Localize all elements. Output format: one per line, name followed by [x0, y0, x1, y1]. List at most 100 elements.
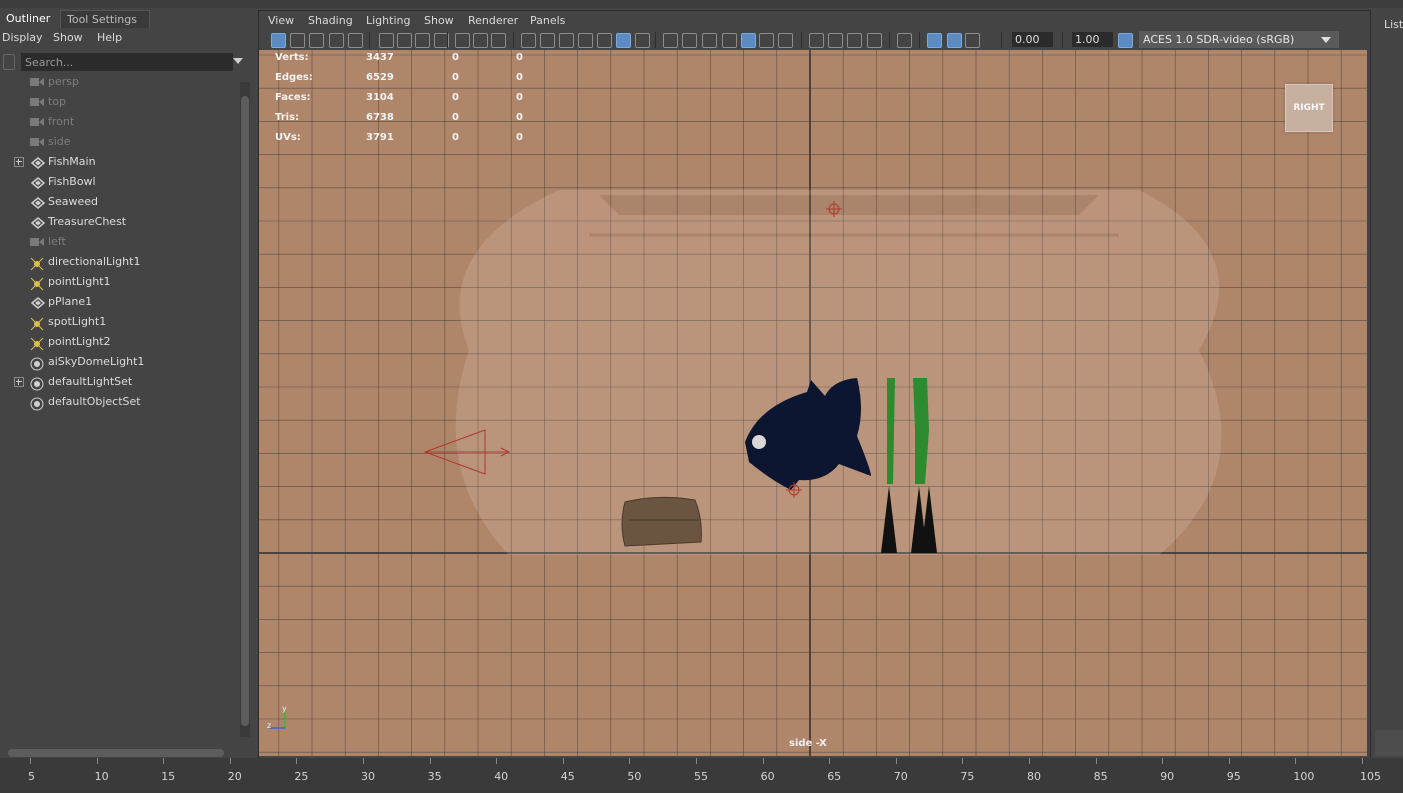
- toolbar-tool-icon[interactable]: [329, 33, 344, 48]
- toolbar-tool-icon[interactable]: [397, 33, 412, 48]
- toolbar-tool-icon[interactable]: [415, 33, 430, 48]
- view-cube[interactable]: RIGHT: [1285, 84, 1333, 132]
- toolbar-tool-icon[interactable]: [578, 33, 593, 48]
- menu-display[interactable]: Display: [2, 29, 43, 46]
- outliner-horizontal-scrollbar[interactable]: [0, 748, 238, 758]
- outliner-item-label: top: [48, 95, 67, 108]
- camera-icon: [30, 237, 44, 247]
- toolbar-tool-icon[interactable]: [663, 33, 678, 48]
- gamma-field[interactable]: 1.00: [1072, 32, 1113, 47]
- timeline-tick: [30, 758, 31, 764]
- toolbar-tool-icon[interactable]: [597, 33, 612, 48]
- toolbar-tool-icon[interactable]: [491, 33, 506, 48]
- timeline-frame-label: 30: [361, 770, 375, 783]
- timeline-tick: [96, 758, 98, 764]
- chevron-down-icon[interactable]: [1321, 37, 1331, 43]
- outliner-item[interactable]: pPlane1: [0, 292, 238, 312]
- timeline-frame-label: 55: [694, 770, 708, 783]
- outliner-item[interactable]: defaultObjectSet: [0, 392, 238, 412]
- camera-icon: [30, 97, 44, 107]
- color-management-icon[interactable]: [1118, 33, 1133, 48]
- timeline-frame-label: 20: [227, 770, 242, 783]
- toolbar-tool-icon[interactable]: [309, 33, 324, 48]
- toolbar-tool-icon[interactable]: [867, 33, 882, 48]
- timeline[interactable]: 5 10 15 20 25 30 35 40 45 50 55 60 65 70 75 80 85 90 95 100…: [0, 758, 1403, 793]
- fishbowl[interactable]: [455, 190, 1222, 555]
- outliner-item[interactable]: TreasureChest: [0, 212, 238, 232]
- toolbar-tool-icon[interactable]: [759, 33, 774, 48]
- menu-view[interactable]: View: [268, 12, 294, 29]
- camera-icon: [30, 137, 44, 147]
- toolbar-tool-icon[interactable]: [521, 33, 536, 48]
- toolbar-tool-icon[interactable]: [559, 33, 574, 48]
- viewport-canvas[interactable]: z y Verts: 3437 0 0 Edges: 6529 0 0 Faces: 3104 0 0…: [259, 50, 1367, 756]
- toolbar-tool-icon[interactable]: [473, 33, 488, 48]
- toolbar-tool-icon[interactable]: [635, 33, 650, 48]
- timeline-tick: [629, 758, 631, 764]
- timeline-frame-label: 45: [560, 770, 575, 783]
- toolbar-tool-icon[interactable]: [379, 33, 394, 48]
- list-menu[interactable]: List: [1384, 18, 1403, 31]
- toolbar-tool-icon[interactable]: [271, 33, 286, 48]
- outliner-item[interactable]: aiSkyDomeLight1: [0, 352, 238, 372]
- toolbar-tool-icon[interactable]: [540, 33, 555, 48]
- toolbar-tool-icon[interactable]: [290, 33, 305, 48]
- menu-show[interactable]: Show: [53, 29, 83, 46]
- outliner-item[interactable]: defaultLightSet: [0, 372, 238, 392]
- tab-tool-settings[interactable]: Tool Settings: [60, 10, 150, 28]
- outliner-item[interactable]: Seaweed: [0, 192, 238, 212]
- panel-toggle-button[interactable]: [1375, 730, 1403, 756]
- toolbar-tool-icon[interactable]: [348, 33, 363, 48]
- menu-shading[interactable]: Shading: [308, 12, 353, 29]
- treasure-chest[interactable]: [621, 496, 702, 547]
- outliner-item-label: directionalLight1: [48, 255, 141, 268]
- toolbar-tool-icon[interactable]: [722, 33, 737, 48]
- menu-help[interactable]: Help: [97, 29, 122, 46]
- outliner-item[interactable]: front: [0, 112, 238, 132]
- outliner-item-label: side: [48, 135, 71, 148]
- scene-view[interactable]: z y: [259, 50, 1367, 756]
- outliner-item[interactable]: directionalLight1: [0, 252, 238, 272]
- outliner-item[interactable]: side: [0, 132, 238, 152]
- hud-stat-value: 0: [516, 52, 523, 63]
- scrollbar-thumb[interactable]: [8, 749, 224, 757]
- outliner-item[interactable]: FishBowl: [0, 172, 238, 192]
- search-input[interactable]: [21, 53, 233, 71]
- menu-renderer[interactable]: Renderer: [468, 12, 518, 29]
- search-dropdown-icon[interactable]: [233, 58, 243, 64]
- expand-icon[interactable]: [14, 377, 24, 387]
- exposure-field[interactable]: 0.00: [1012, 32, 1053, 47]
- menu-panels[interactable]: Panels: [530, 12, 565, 29]
- outliner-item[interactable]: FishMain: [0, 152, 238, 172]
- outliner-item[interactable]: pointLight2: [0, 332, 238, 352]
- outliner-item[interactable]: left: [0, 232, 238, 252]
- toolbar-tool-icon[interactable]: [809, 33, 824, 48]
- toolbar-tool-icon[interactable]: [741, 33, 756, 48]
- toolbar-tool-icon[interactable]: [455, 33, 470, 48]
- color-space-dropdown[interactable]: ACES 1.0 SDR-video (sRGB): [1139, 31, 1339, 48]
- outliner-item[interactable]: top: [0, 92, 238, 112]
- toolbar-tool-icon[interactable]: [702, 33, 717, 48]
- toolbar-tool-icon[interactable]: [682, 33, 697, 48]
- toolbar-tool-icon[interactable]: [927, 33, 942, 48]
- toolbar-tool-icon[interactable]: [828, 33, 843, 48]
- outliner-item[interactable]: spotLight1: [0, 312, 238, 332]
- toolbar-tool-icon[interactable]: [897, 33, 912, 48]
- scrollbar-thumb[interactable]: [241, 96, 249, 726]
- outliner-vertical-scrollbar[interactable]: [240, 82, 250, 737]
- expand-icon[interactable]: [14, 157, 24, 167]
- toolbar-tool-icon[interactable]: [616, 33, 631, 48]
- menu-lighting[interactable]: Lighting: [366, 12, 410, 29]
- toolbar-separator: [369, 32, 370, 48]
- toolbar-tool-icon[interactable]: [778, 33, 793, 48]
- toolbar-tool-icon[interactable]: [847, 33, 862, 48]
- toolbar-tool-icon[interactable]: [947, 33, 962, 48]
- tab-outliner[interactable]: Outliner: [0, 10, 56, 27]
- timeline-frame-label: 10: [94, 770, 109, 783]
- search-filter-icon[interactable]: [3, 54, 15, 70]
- outliner-item[interactable]: persp: [0, 72, 238, 92]
- toolbar-tool-icon[interactable]: [965, 33, 980, 48]
- outliner-item[interactable]: pointLight1: [0, 272, 238, 292]
- hud-stat-name: Faces:: [275, 92, 311, 103]
- menu-show[interactable]: Show: [424, 12, 454, 29]
